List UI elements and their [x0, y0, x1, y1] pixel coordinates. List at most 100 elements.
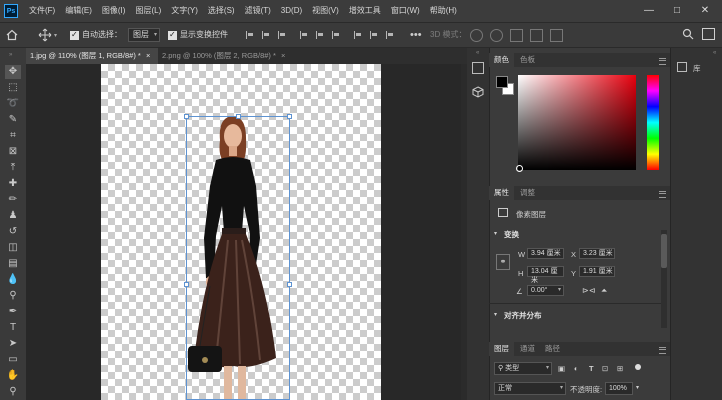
menu-3d[interactable]: 3D(D) [276, 0, 307, 22]
type-tool-icon[interactable]: T [5, 321, 21, 335]
eyedropper-tool-icon[interactable]: ⤒ [5, 161, 21, 175]
width-field[interactable]: 3.94 厘米 [527, 248, 564, 259]
crop-tool-icon[interactable]: ⌗ [5, 129, 21, 143]
transform-bounding-box[interactable] [186, 116, 290, 400]
opacity-field[interactable]: 100% [605, 382, 633, 395]
menu-select[interactable]: 选择(S) [203, 0, 240, 22]
distribute-left-icon[interactable] [354, 31, 363, 39]
color-picker-field[interactable] [518, 75, 636, 170]
history-panel-icon[interactable] [472, 62, 484, 74]
tab-close-icon[interactable]: × [146, 51, 150, 60]
move-tool-icon[interactable] [38, 28, 52, 42]
transform-handle[interactable] [236, 114, 241, 119]
tab-layers[interactable]: 图层 [489, 342, 514, 356]
collapse-icon[interactable]: » [9, 52, 12, 58]
chevron-down-icon[interactable]: ▾ [636, 384, 639, 391]
panel-menu-icon[interactable] [659, 191, 666, 198]
tab-close-icon[interactable]: × [281, 51, 285, 60]
3d-panel-icon[interactable] [472, 86, 484, 98]
menu-layer[interactable]: 图层(L) [130, 0, 166, 22]
tab-properties[interactable]: 属性 [489, 186, 514, 200]
tab-color[interactable]: 颜色 [489, 53, 514, 67]
properties-scrollbar-thumb[interactable] [661, 234, 667, 268]
move-tool-icon[interactable]: ✥ [5, 65, 21, 79]
search-icon[interactable] [682, 28, 694, 40]
transform-handle[interactable] [184, 114, 189, 119]
distribute-right-icon[interactable] [386, 31, 395, 39]
home-icon[interactable] [6, 29, 18, 41]
collapse-arrow-icon[interactable]: ▾ [494, 230, 497, 237]
align-right-icon[interactable] [278, 31, 287, 39]
history-brush-icon[interactable]: ↺ [5, 225, 21, 239]
brush-tool-icon[interactable]: ✏ [5, 193, 21, 207]
align-left-icon[interactable] [246, 31, 255, 39]
quick-select-tool-icon[interactable]: ✎ [5, 113, 21, 127]
tab-1-jpg[interactable]: 1.jpg @ 110% (图层 1, RGB/8#) * × [26, 48, 158, 64]
library-label[interactable]: 库 [693, 63, 701, 74]
filter-adjustment-icon[interactable]: ◐ [574, 364, 579, 373]
hand-tool-icon[interactable]: ✋ [5, 369, 21, 383]
menu-file[interactable]: 文件(F) [24, 0, 60, 22]
close-button[interactable]: ✕ [694, 0, 716, 22]
menu-plugins[interactable]: 增效工具 [344, 0, 386, 22]
lasso-tool-icon[interactable]: ➰ [5, 97, 21, 111]
menu-type[interactable]: 文字(Y) [166, 0, 203, 22]
roll-3d-icon[interactable] [490, 29, 503, 42]
tab-swatches[interactable]: 色板 [515, 53, 540, 67]
align-bottom-icon[interactable] [332, 31, 341, 39]
transform-handle[interactable] [287, 114, 292, 119]
auto-select-dropdown[interactable]: 图层 ▾ [128, 28, 160, 42]
tab-channels[interactable]: 通道 [515, 342, 540, 356]
scale-3d-icon[interactable] [550, 29, 563, 42]
library-icon[interactable] [677, 62, 687, 72]
filter-type-icon[interactable]: T [589, 364, 594, 373]
filter-toggle-icon[interactable] [635, 364, 641, 370]
x-field[interactable]: 3.23 厘米 [579, 248, 615, 259]
pan-3d-icon[interactable] [510, 29, 523, 42]
menu-image[interactable]: 图像(I) [97, 0, 131, 22]
marquee-tool-icon[interactable]: ⬚ [5, 81, 21, 95]
rectangle-tool-icon[interactable]: ▭ [5, 353, 21, 367]
path-select-tool-icon[interactable]: ➤ [5, 337, 21, 351]
panel-menu-icon[interactable] [659, 58, 666, 65]
more-options-icon[interactable]: ••• [410, 23, 422, 47]
align-vcenter-icon[interactable] [316, 31, 325, 39]
tab-paths[interactable]: 路径 [540, 342, 565, 356]
frame-tool-icon[interactable]: ⊠ [5, 145, 21, 159]
healing-brush-icon[interactable]: ✚ [5, 177, 21, 191]
tool-preset-chevron-icon[interactable]: ▾ [54, 32, 57, 39]
clone-stamp-icon[interactable]: ♟ [5, 209, 21, 223]
minimize-button[interactable]: — [638, 0, 660, 22]
blend-mode-dropdown[interactable]: 正常 ▾ [494, 382, 566, 395]
expand-icon[interactable]: « [713, 50, 716, 56]
filter-smart-object-icon[interactable]: ⊞ [617, 364, 623, 373]
y-field[interactable]: 1.91 厘米 [579, 266, 615, 277]
eraser-tool-icon[interactable]: ◫ [5, 241, 21, 255]
align-hcenter-icon[interactable] [262, 31, 271, 39]
dodge-tool-icon[interactable]: ⚲ [5, 289, 21, 303]
workspace-icon[interactable] [702, 28, 715, 40]
blur-tool-icon[interactable]: 💧 [5, 273, 21, 287]
pen-tool-icon[interactable]: ✒ [5, 305, 21, 319]
hue-slider[interactable] [647, 75, 659, 170]
menu-edit[interactable]: 编辑(E) [60, 0, 97, 22]
flip-vertical-icon[interactable]: ⏶ [601, 286, 607, 296]
transform-handle[interactable] [287, 282, 292, 287]
maximize-button[interactable]: □ [666, 0, 688, 22]
menu-view[interactable]: 视图(V) [307, 0, 344, 22]
menu-filter[interactable]: 滤镜(T) [240, 0, 276, 22]
filter-pixel-icon[interactable]: ▣ [558, 364, 565, 373]
panel-menu-icon[interactable] [659, 347, 666, 354]
flip-horizontal-icon[interactable]: ⊳⊲ [582, 286, 595, 295]
filter-shape-icon[interactable]: ⊡ [602, 364, 608, 373]
angle-field[interactable]: 0.00° ▾ [527, 285, 564, 296]
link-icon[interactable]: ⚭ [496, 254, 510, 270]
orbit-3d-icon[interactable] [470, 29, 483, 42]
collapse-arrow-icon[interactable]: ▾ [494, 311, 497, 318]
tab-adjustments[interactable]: 调整 [515, 186, 540, 200]
align-top-icon[interactable] [300, 31, 309, 39]
tab-2-png[interactable]: 2.png @ 100% (图层 2, RGB/8#) * × [158, 48, 296, 64]
slide-3d-icon[interactable] [530, 29, 543, 42]
color-picker-cursor[interactable] [516, 165, 523, 172]
menu-help[interactable]: 帮助(H) [425, 0, 462, 22]
